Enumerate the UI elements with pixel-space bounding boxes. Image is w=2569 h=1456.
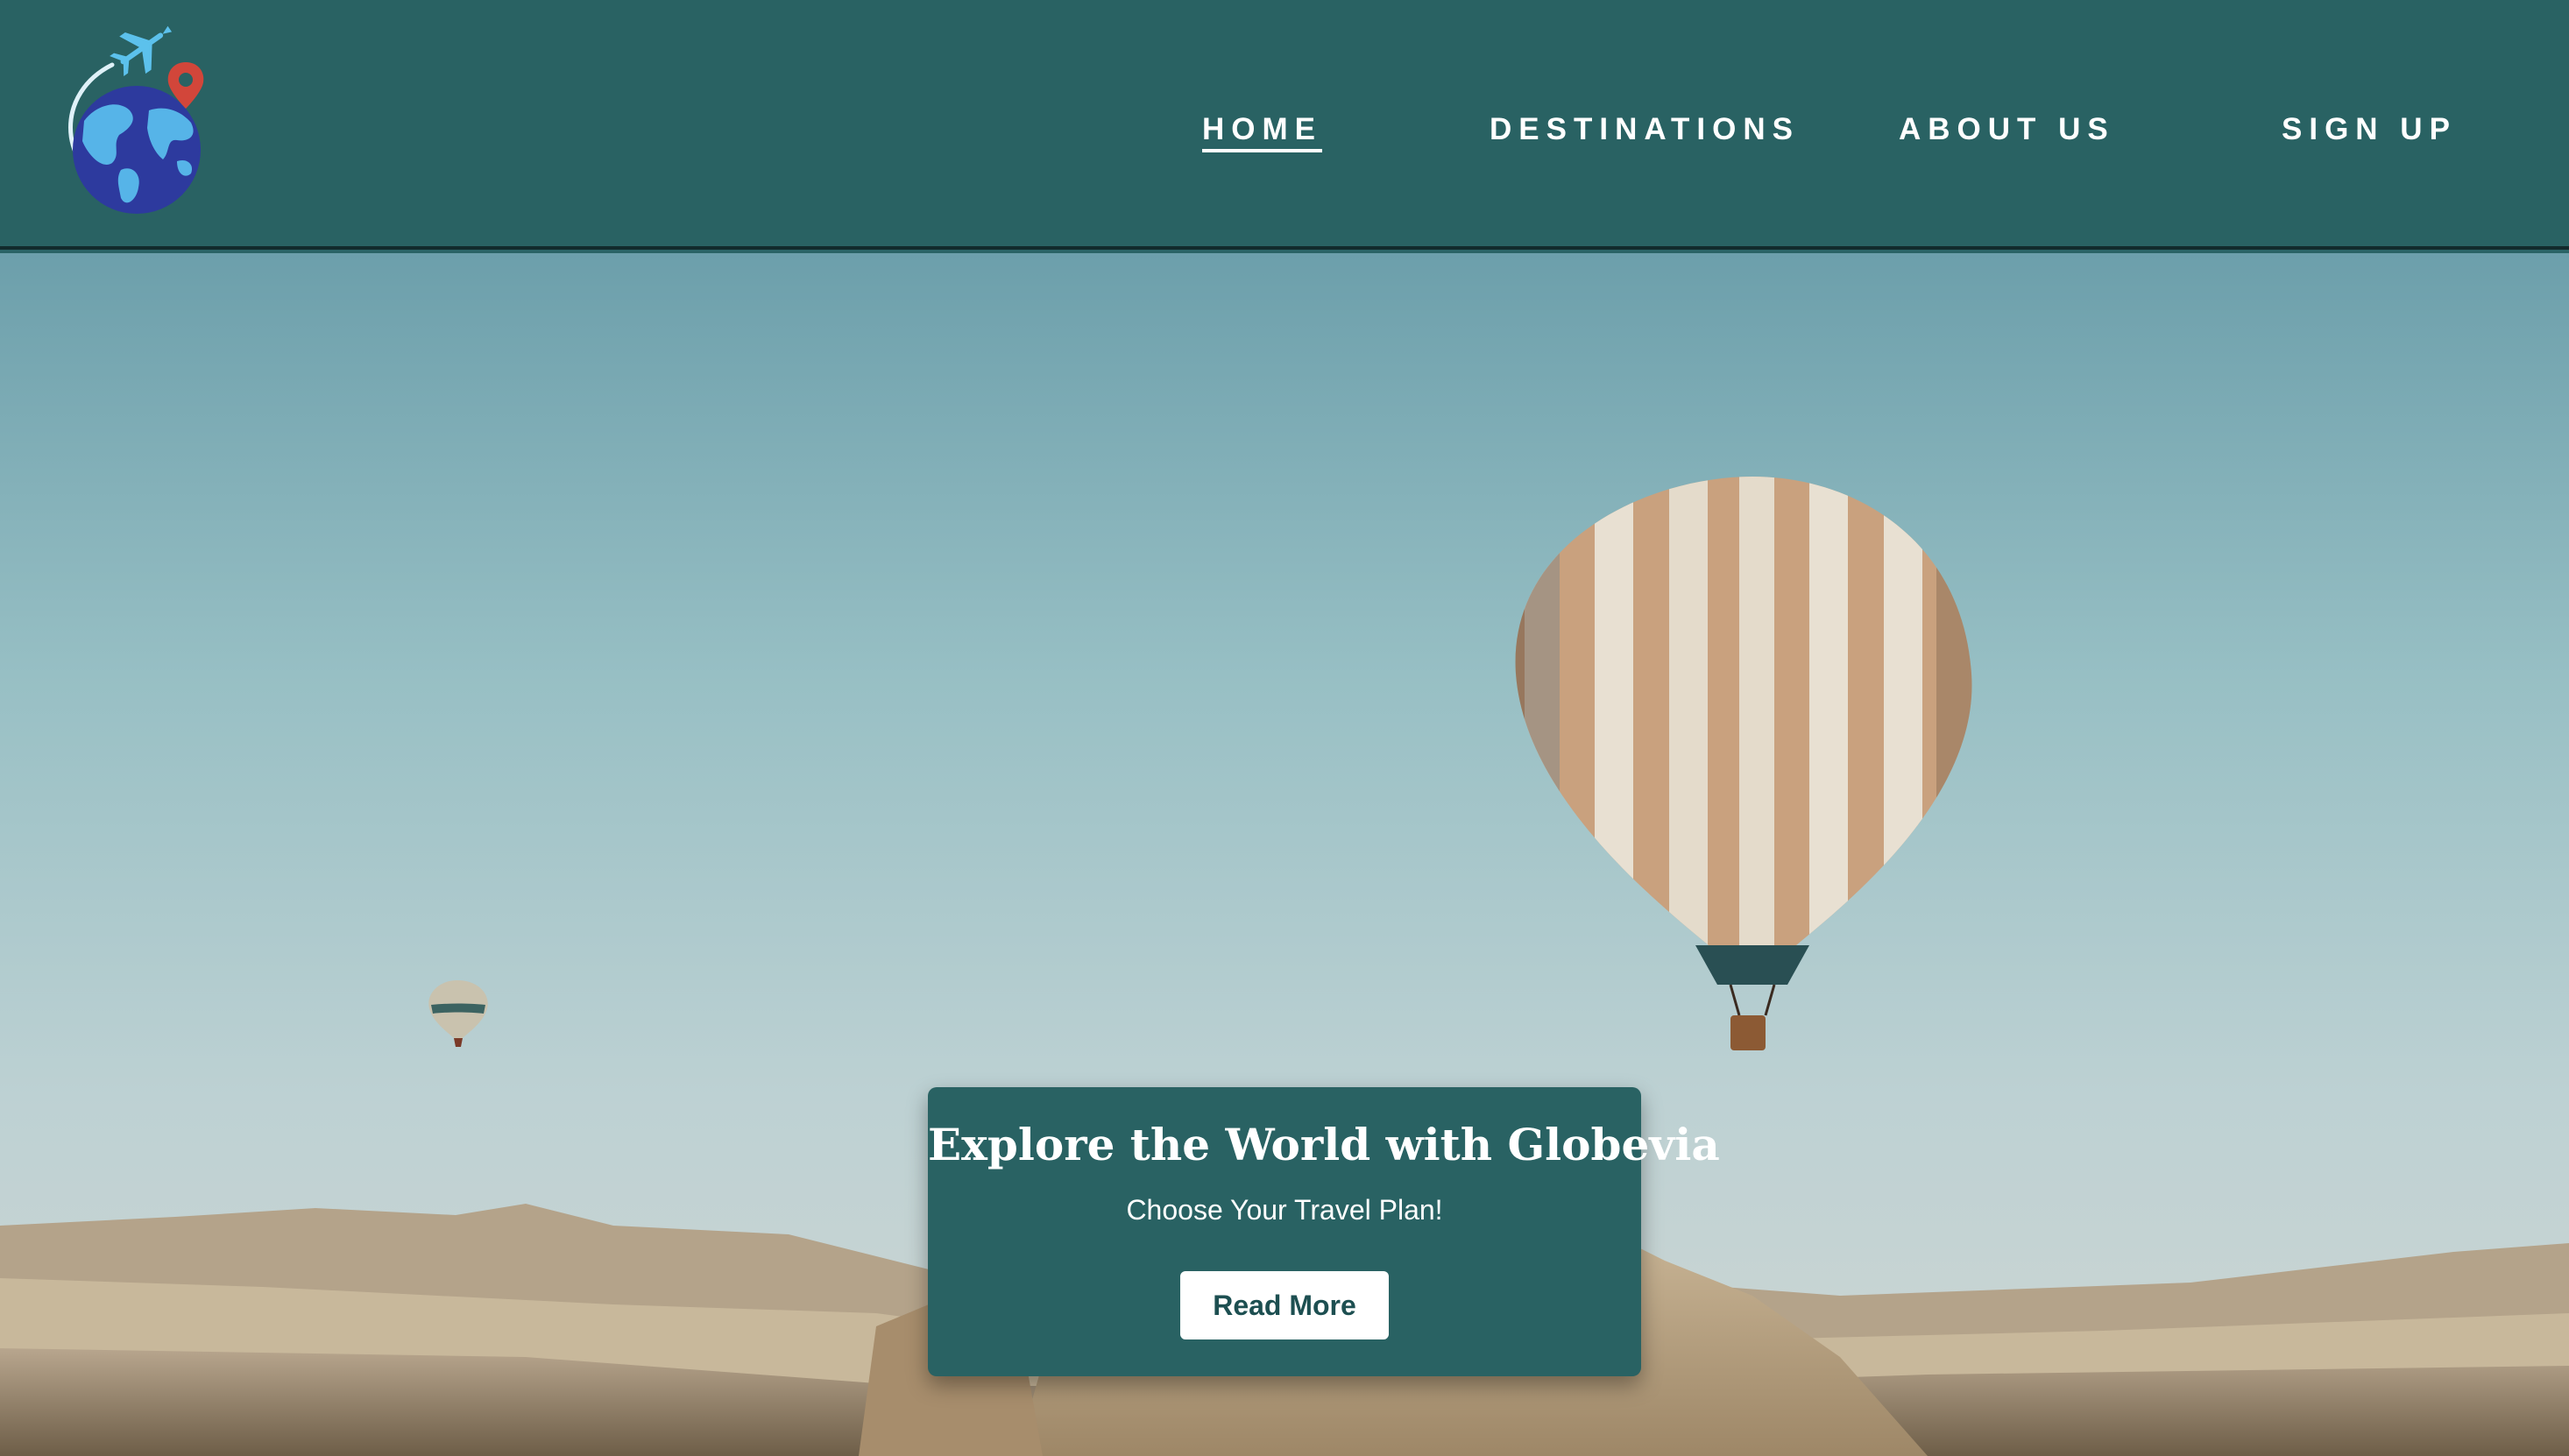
hero-card: Explore the World with Globevia Choose Y… xyxy=(928,1087,1720,1376)
navbar: HOME DESTINATIONS ABOUT US SIGN UP xyxy=(0,0,2569,250)
nav-link-home[interactable]: HOME xyxy=(1202,107,1322,152)
nav-link-destinations[interactable]: DESTINATIONS xyxy=(1490,107,1800,152)
hero-section: Explore the World with Globevia Choose Y… xyxy=(0,253,2569,1456)
hero-subtitle: Choose Your Travel Plan! xyxy=(1126,1194,1443,1226)
nav-link-about-us[interactable]: ABOUT US xyxy=(1899,107,2115,152)
nav-link-sign-up[interactable]: SIGN UP xyxy=(2282,107,2457,152)
hero-title: Explore the World with Globevia xyxy=(928,1119,1720,1170)
globe-travel-logo-icon[interactable] xyxy=(58,23,214,217)
read-more-button[interactable]: Read More xyxy=(1180,1271,1389,1339)
